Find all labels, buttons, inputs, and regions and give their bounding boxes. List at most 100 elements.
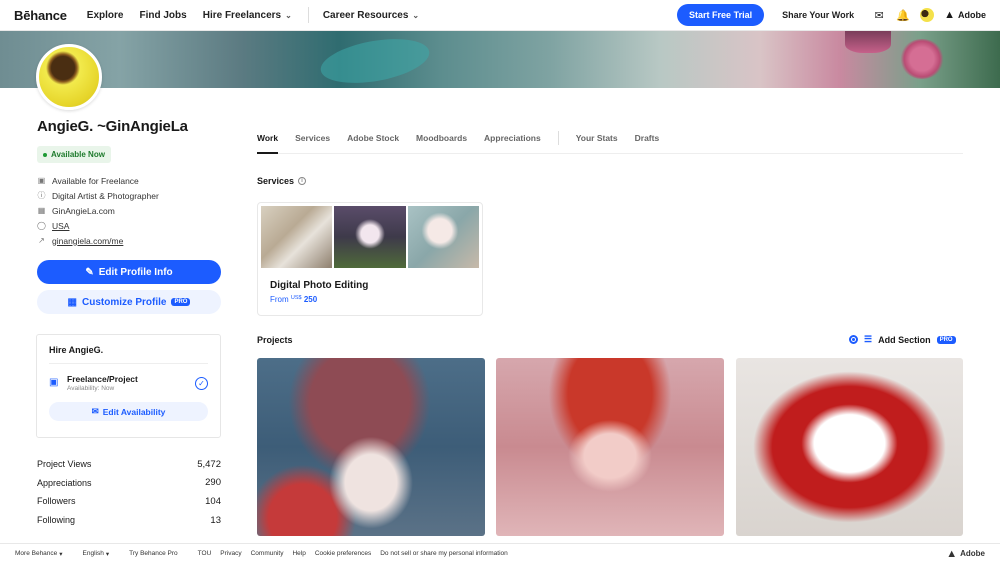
stat-label: Followers — [37, 496, 76, 507]
hire-card: Hire AngieG. ▣ Freelance/Project Availab… — [36, 334, 221, 438]
freelance-option[interactable]: ▣ Freelance/Project Availability: Now ✓ — [49, 374, 208, 392]
stat-following[interactable]: Following 13 — [37, 511, 221, 530]
tab-appreciations[interactable]: Appreciations — [484, 130, 541, 154]
tab-services[interactable]: Services — [295, 130, 330, 154]
edit-profile-label: Edit Profile Info — [98, 266, 173, 278]
banner-art — [845, 31, 891, 53]
add-section-button[interactable]: ☰ Add Section PRO — [849, 334, 956, 345]
footer: More Behance ▾ English ▾ Try Behance Pro T… — [0, 543, 1000, 563]
freelance-option-status: Availability: Now — [67, 385, 115, 392]
nav-find-jobs-label: Find Jobs — [139, 9, 187, 21]
tab-adobe-stock[interactable]: Adobe Stock — [347, 130, 399, 154]
adobe-logo-icon: ▲ — [946, 547, 958, 560]
profile-tabs: Work Services Adobe Stock Moodboards App… — [257, 130, 963, 154]
info-icon: ⓘ — [37, 191, 46, 200]
share-your-work-button[interactable]: Share Your Work — [774, 4, 862, 26]
adobe-link[interactable]: ▲ Adobe — [944, 9, 986, 21]
add-section-label: Add Section — [878, 334, 931, 345]
profile-stats: Project Views 5,472 Appreciations 290 Foll… — [37, 455, 221, 529]
pencil-icon: ✎ — [85, 266, 94, 278]
stat-value: 5,472 — [197, 458, 221, 470]
service-card[interactable]: Digital Photo Editing From US$ 250 — [257, 202, 483, 316]
service-image — [334, 206, 406, 268]
customize-profile-label: Customize Profile — [81, 296, 167, 308]
price-currency: US$ — [290, 295, 302, 301]
chevron-down-icon: ⌄ — [285, 10, 292, 20]
footer-adobe-label: Adobe — [960, 549, 985, 558]
nav-divider — [307, 7, 309, 23]
tab-work[interactable]: Work — [257, 130, 279, 154]
footer-tou[interactable]: TOU — [198, 550, 212, 557]
footer-adobe-link[interactable]: ▲ Adobe — [946, 548, 985, 560]
footer-do-not-sell[interactable]: Do not sell or share my personal informa… — [380, 550, 508, 557]
price-prefix: From — [270, 295, 289, 304]
detail-website-text: GinAngieLa.com — [52, 205, 115, 216]
start-free-trial-button[interactable]: Start Free Trial — [677, 4, 765, 26]
status-dot-icon — [43, 152, 47, 157]
project-thumbnail[interactable] — [736, 358, 963, 536]
chevron-down-icon: ⌄ — [412, 10, 420, 20]
edit-availability-label: Edit Availability — [102, 406, 166, 417]
globe-icon: ◯ — [37, 221, 46, 230]
mail-icon: ✉ — [91, 406, 99, 416]
banner-art — [900, 39, 944, 79]
user-avatar[interactable] — [920, 8, 935, 22]
adobe-label: Adobe — [958, 10, 986, 20]
service-image — [407, 206, 479, 268]
project-thumbnail[interactable] — [257, 358, 485, 536]
nav-hire-freelancers[interactable]: Hire Freelancers ⌄ — [203, 10, 292, 21]
customize-profile-button[interactable]: ▦ Customize Profile PRO — [37, 290, 221, 314]
detail-location: ◯ USA — [37, 218, 221, 233]
nav-career-resources[interactable]: Career Resources ⌄ — [323, 10, 419, 21]
footer-language[interactable]: English ▾ — [83, 550, 110, 558]
profile-avatar[interactable] — [36, 44, 102, 110]
profile-sidebar: AngieG. ~GinAngieLa Available Now ▣ Avail… — [37, 118, 221, 314]
building-icon: ▦ — [37, 206, 46, 215]
location-link[interactable]: USA — [52, 221, 69, 231]
nav-find-jobs[interactable]: Find Jobs — [139, 10, 186, 21]
footer-try-pro[interactable]: Try Behance Pro — [129, 550, 178, 557]
add-list-icon: ☰ — [864, 334, 873, 344]
tab-moodboards[interactable]: Moodboards — [416, 130, 467, 154]
stat-label: Following — [37, 515, 76, 526]
stat-appreciations: Appreciations 290 — [37, 474, 221, 493]
footer-privacy[interactable]: Privacy — [220, 550, 241, 557]
customize-icon: ▦ — [67, 296, 77, 308]
nav-hire-freelancers-label: Hire Freelancers — [202, 9, 282, 21]
pro-badge: PRO — [936, 335, 956, 344]
services-title: Services — [257, 176, 295, 186]
footer-help[interactable]: Help — [292, 550, 305, 557]
service-images — [258, 203, 482, 268]
stat-value: 104 — [205, 495, 221, 507]
tab-your-stats[interactable]: Your Stats — [576, 130, 618, 154]
services-heading: Services i — [257, 176, 307, 186]
radio-toggle[interactable] — [849, 335, 858, 344]
caret-down-icon: ▾ — [59, 550, 63, 558]
stat-label: Appreciations — [37, 477, 92, 488]
nav-explore[interactable]: Explore — [87, 10, 124, 21]
behance-logo[interactable]: Bēhance — [14, 8, 67, 23]
footer-more-behance[interactable]: More Behance ▾ — [15, 550, 63, 558]
detail-freelance-text: Available for Freelance — [52, 175, 139, 186]
edit-profile-button[interactable]: ✎ Edit Profile Info — [37, 260, 221, 284]
projects-heading: Projects — [257, 335, 293, 345]
check-icon: ✓ — [195, 376, 208, 390]
footer-community[interactable]: Community — [251, 550, 284, 557]
detail-freelance: ▣ Available for Freelance — [37, 173, 221, 188]
stat-project-views: Project Views 5,472 — [37, 455, 221, 474]
stat-followers[interactable]: Followers 104 — [37, 492, 221, 511]
freelance-option-text: Freelance/Project Availability: Now — [67, 374, 138, 392]
info-icon[interactable]: i — [298, 177, 307, 185]
footer-cookies[interactable]: Cookie preferences — [315, 550, 371, 557]
bell-icon[interactable]: 🔔 — [896, 8, 910, 22]
tab-drafts[interactable]: Drafts — [635, 130, 660, 154]
caret-down-icon: ▾ — [105, 550, 110, 558]
stat-label: Project Views — [37, 459, 92, 470]
nav-right: Start Free Trial Share Your Work ✉ 🔔 ▲ Ad… — [677, 4, 986, 26]
service-name: Digital Photo Editing — [270, 280, 369, 291]
edit-availability-button[interactable]: ✉ Edit Availability — [49, 402, 208, 421]
mail-icon[interactable]: ✉ — [872, 8, 886, 22]
website-link[interactable]: ginangiela.com/me — [52, 236, 123, 246]
briefcase-icon: ▣ — [49, 377, 59, 388]
project-thumbnail[interactable] — [496, 358, 724, 536]
